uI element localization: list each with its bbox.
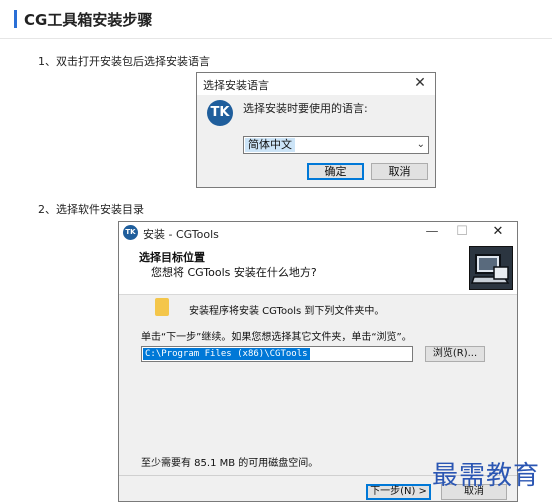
computer-install-icon: [469, 246, 513, 290]
install-path-value: C:\Program Files (x86)\CGTools: [143, 348, 310, 360]
minimize-icon[interactable]: —: [417, 223, 447, 241]
chevron-down-icon[interactable]: ⌄: [417, 137, 425, 153]
page-title: CG工具箱安装步骤: [24, 11, 153, 29]
next-button[interactable]: 下一步(N) >: [366, 484, 431, 500]
setup-header-panel: 选择目标位置 您想将 CGTools 安装在什么地方?: [119, 244, 517, 295]
ok-button[interactable]: 确定: [307, 163, 364, 180]
language-dialog-title: 选择安装语言: [203, 79, 269, 92]
setup-title: 安装 - CGTools: [143, 228, 219, 241]
setup-subheading: 您想将 CGTools 安装在什么地方?: [151, 266, 317, 279]
disk-space-text: 至少需要有 85.1 MB 的可用磁盘空间。: [141, 458, 319, 469]
close-icon[interactable]: ✕: [411, 74, 429, 92]
step-1-text: 1、双击打开安装包后选择安装语言: [38, 55, 210, 68]
language-prompt: 选择安装时要使用的语言:: [243, 102, 368, 115]
language-select-value: 简体中文: [245, 138, 295, 152]
language-dialog: 选择安装语言 ✕ TK 选择安装时要使用的语言: 简体中文 ⌄ 确定 取消: [196, 72, 436, 188]
header-accent-bar: [14, 10, 17, 28]
cgtools-logo-icon: TK: [207, 100, 233, 126]
setup-titlebar: TK 安装 - CGTools — ☐ ✕: [119, 222, 517, 244]
folder-icon: [155, 298, 169, 316]
language-dialog-titlebar: 选择安装语言 ✕: [197, 73, 435, 95]
header-divider: [0, 38, 552, 39]
cancel-button[interactable]: 取消: [371, 163, 428, 180]
step-2-text: 2、选择软件安装目录: [38, 203, 144, 216]
browse-button[interactable]: 浏览(R)...: [425, 346, 485, 362]
language-select[interactable]: 简体中文 ⌄: [243, 136, 429, 154]
watermark-logo: 最需教育: [432, 461, 541, 491]
setup-heading: 选择目标位置: [139, 251, 205, 264]
destination-folder-text: 安装程序将安装 CGTools 到下列文件夹中。: [189, 306, 385, 317]
continue-instruction: 单击“下一步”继续。如果您想选择其它文件夹，单击“浏览”。: [141, 332, 412, 343]
cgtools-logo-icon: TK: [123, 225, 138, 240]
close-icon[interactable]: ✕: [483, 223, 513, 241]
install-path-input[interactable]: C:\Program Files (x86)\CGTools: [141, 346, 413, 362]
maximize-icon[interactable]: ☐: [447, 223, 477, 241]
